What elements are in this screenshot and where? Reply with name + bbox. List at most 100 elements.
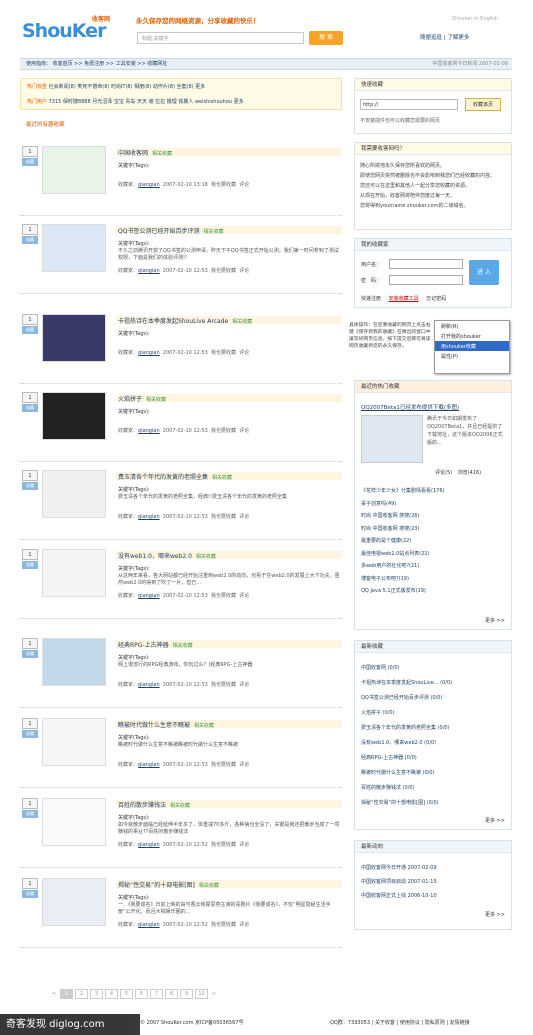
item-title[interactable]: 没有web1.0，哪来web2.0 相关收藏 [116,551,342,559]
save-too-link[interactable]: 我也要收藏 [211,762,236,768]
quick-url-input[interactable]: http:// [360,99,458,110]
hot-more[interactable]: 更多 >> [485,617,505,624]
list-item[interactable]: 百姓的散步赚钱法 (0/0) [361,781,452,796]
item-thumbnail[interactable] [42,146,106,194]
item-user[interactable]: qiangian [138,922,160,928]
save-badge-button[interactable]: 收藏 [22,810,38,818]
list-item[interactable]: 没有web1.0，哪来web2.0 (0/0) [361,736,452,751]
item-user[interactable]: qiangian [138,593,160,599]
related-link[interactable]: 相关收藏 [146,397,166,402]
newest-more[interactable]: 更多 >> [485,817,505,824]
save-badge-button[interactable]: 收藏 [22,890,38,898]
logo[interactable]: ShouKer 收客网 [22,14,122,42]
save-too-link[interactable]: 我也要收藏 [211,428,236,434]
list-item[interactable]: 经典RPG-上古神器 (0/0) [361,751,452,766]
item-user[interactable]: qiangian [138,182,160,188]
forget-link[interactable]: 忘记密码 [426,296,446,302]
hot-tags[interactable]: 社会新闻(8) 笑死不偿命(8) 时尚IT(8) 相册(8) 动作片(8) 全套… [49,84,206,90]
item-thumbnail[interactable] [42,470,106,518]
login-button[interactable]: 进 入 [469,260,499,285]
item-user[interactable]: qiangian [138,428,160,434]
item-title[interactable]: 瞧被时代做什么生意不瞧被 相关收藏 [116,720,342,728]
item-thumbnail[interactable] [42,549,106,597]
password-field[interactable] [389,275,463,285]
item-title[interactable]: 揭秘“性交易”的十部电影[图] 相关收藏 [116,880,342,888]
item-thumbnail[interactable] [42,224,106,272]
news-more[interactable]: 更多 >> [485,911,505,918]
list-item[interactable]: 中国收客网正式上线 2006-10-10 [361,889,437,903]
page-link[interactable]: 10 [195,989,208,999]
hot-users[interactable]: 7315 保时捷8888 月光沼泽 宝宝 青岛 天天 谢 拉拉 摄理 铁翼人 w… [49,99,244,105]
item-user[interactable]: qiangian [138,268,160,274]
register-link[interactable]: 快速注册 [361,296,381,302]
save-too-link[interactable]: 我也要收藏 [211,922,236,928]
item-user[interactable]: qiangian [138,350,160,356]
item-title[interactable]: QQ书签公测已经开始百步评测 相关收藏 [116,226,342,234]
item-title[interactable]: 百姓的散步赚钱法 相关收藏 [116,800,342,808]
list-item[interactable]: QQ Java 5.1正式版发布(19) [361,585,444,598]
save-too-link[interactable]: 我也要收藏 [211,593,236,599]
list-item[interactable]: 时尚 中国收客网 搜搜(26) [361,510,444,523]
ctx-refresh[interactable]: 刷新(R) [435,321,509,331]
item-title[interactable]: 火焰拼子 相关收藏 [116,394,342,402]
comment-link[interactable]: 评论 [239,922,249,928]
item-title[interactable]: 中国收客网 相关收藏 [116,148,342,156]
ctx-properties[interactable]: 属性(P) [435,351,509,361]
list-item[interactable]: 中国收客网 (0/0) [361,661,452,676]
save-badge-button[interactable]: 收藏 [22,730,38,738]
search-input[interactable]: 标题,关键字 [137,32,304,44]
related-link[interactable]: 相关收藏 [173,643,193,648]
list-item[interactable]: 揭秘“性交易”的十部电影[图] (0/0) [361,796,452,811]
save-badge-button[interactable]: 收藏 [22,404,38,412]
english-link[interactable]: Shouker in English [452,16,498,22]
comment-link[interactable]: 评论 [239,268,249,274]
comment-link[interactable]: 评论 [239,428,249,434]
quick-save-button[interactable]: 收藏该页 [465,98,501,111]
comment-link[interactable]: 评论 [239,762,249,768]
ctx-save[interactable]: 用shouker收藏 [435,341,509,351]
related-link[interactable]: 相关收藏 [152,151,172,156]
page-link[interactable]: 2 [75,989,88,999]
breadcrumb[interactable]: 使用指南： 收客首页 >> 免费注册 >> 工具安装 >> 收藏网址 [26,61,167,67]
page-link[interactable]: > [210,990,218,1000]
hot-first-thumb[interactable] [361,415,423,463]
item-user[interactable]: qiangian [138,842,160,848]
related-link[interactable]: 相关收藏 [196,554,216,559]
page-link[interactable]: 8 [165,989,178,999]
comment-link[interactable]: 评论 [239,682,249,688]
related-link[interactable]: 相关收藏 [199,883,219,888]
item-thumbnail[interactable] [42,638,106,686]
item-thumbnail[interactable] [42,798,106,846]
save-too-link[interactable]: 我也要收藏 [211,842,236,848]
item-title[interactable]: 卡祖热诗在本季度发起ShouLive Arcade 相关收藏 [116,316,342,324]
item-title[interactable]: 经典RPG-上古神器 相关收藏 [116,640,342,648]
save-badge-button[interactable]: 收藏 [22,650,38,658]
comment-link[interactable]: 评论 [239,593,249,599]
page-link[interactable]: 6 [135,989,148,999]
page-link[interactable]: 7 [150,989,163,999]
related-link[interactable]: 相关收藏 [194,723,214,728]
item-thumbnail[interactable] [42,718,106,766]
comment-link[interactable]: 评论 [239,842,249,848]
page-link[interactable]: 9 [180,989,193,999]
save-too-link[interactable]: 我也要收藏 [211,350,236,356]
page-link[interactable]: < [50,990,58,1000]
news-ticker[interactable]: 中国收客网今日新闻 2007-02-09 [432,59,508,70]
save-too-link[interactable]: 我也要收藏 [211,514,236,520]
list-item[interactable]: 时尚 中国收客网 搜搜(23) [361,523,444,536]
list-item[interactable]: QQ书签公测已经开始百步评测 (0/0) [361,691,452,706]
list-item[interactable]: 多web用户的社化吧?(21) [361,560,444,573]
page-link[interactable]: 1 [60,989,73,999]
page-link[interactable]: 4 [105,989,118,999]
list-item[interactable]: 最重要的是个健康(22) [361,535,444,548]
top-links[interactable]: 随便逛逛 | 了解更多 [420,33,469,41]
item-user[interactable]: qiangian [138,514,160,520]
list-item[interactable]: 博客电子公布吧?(19) [361,573,444,586]
list-item[interactable]: 中国收客网项目启动 2007-01-15 [361,875,437,889]
footer-links[interactable]: QQ群：7333053 | 关于收客 | 使用协议 | 隐私原则 | 友情链接 [330,1019,470,1026]
install-link[interactable]: 安装收藏工具 [389,296,419,302]
hot-first-title[interactable]: QQ2007Beta1已经发布提供下载(多图) [361,403,459,411]
list-item[interactable]: 中国收客网今日开通 2007-02-09 [361,861,437,875]
save-too-link[interactable]: 我也要收藏 [211,682,236,688]
related-link[interactable]: 相关收藏 [232,319,252,324]
